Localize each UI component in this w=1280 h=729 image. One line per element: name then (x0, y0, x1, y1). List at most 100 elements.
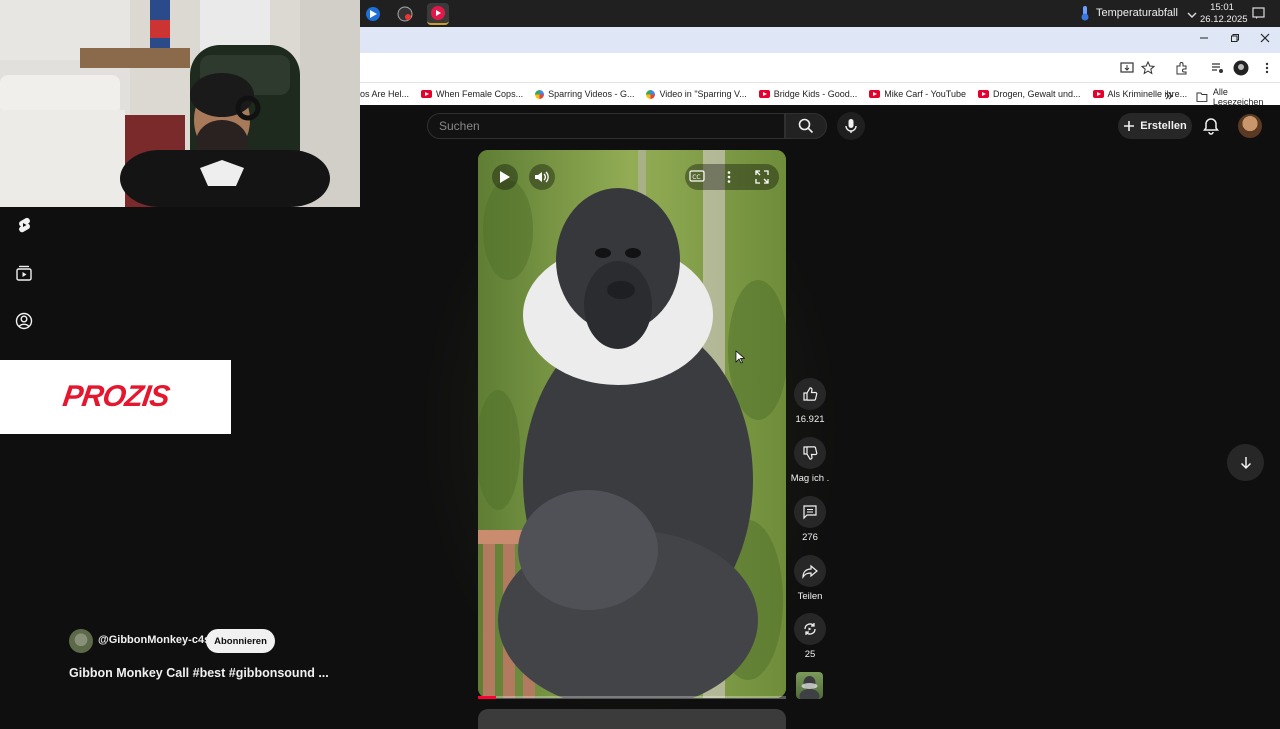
plus-icon (1124, 121, 1135, 131)
svg-text:CC: CC (692, 174, 700, 181)
minimize-button[interactable] (1194, 32, 1214, 46)
extensions-icon[interactable] (1174, 60, 1190, 76)
bookmark-label: Video in "Sparring V... (659, 89, 747, 99)
bookmark-item[interactable]: os Are Hel... (360, 89, 415, 99)
search-icon (798, 118, 814, 134)
install-app-icon[interactable] (1119, 60, 1135, 76)
clock-time: 15:01 (1210, 2, 1234, 13)
shorts-icon[interactable] (14, 215, 34, 235)
youtube-icon (421, 90, 433, 98)
bookmark-item[interactable]: When Female Cops... (415, 89, 529, 99)
video-frame (478, 150, 786, 698)
close-window-button[interactable] (1255, 32, 1275, 46)
channel-avatar[interactable] (69, 629, 93, 653)
taskbar-clock[interactable]: 15:01 26.12.2025 (1200, 2, 1248, 26)
share-button[interactable] (794, 555, 826, 587)
youtube-icon (977, 90, 989, 98)
fullscreen-icon[interactable] (755, 170, 769, 189)
you-account-icon[interactable] (14, 311, 34, 331)
remix-icon (804, 623, 816, 635)
create-button[interactable]: Erstellen (1118, 113, 1192, 139)
thermometer-icon (1081, 6, 1089, 21)
share-icon (802, 564, 818, 579)
restore-icon (1231, 34, 1239, 42)
taskbar-app-launcher-icon[interactable] (362, 3, 384, 25)
thumbs-down-icon (803, 446, 818, 460)
clock-date: 26.12.2025 (1200, 14, 1248, 25)
next-video-button[interactable] (1227, 444, 1264, 481)
bookmark-item[interactable]: Mike Carf - YouTube (863, 89, 972, 99)
minimize-icon (1200, 37, 1208, 39)
progress-fill (478, 696, 497, 699)
search-input[interactable] (439, 119, 759, 133)
voice-search-button[interactable] (837, 112, 865, 140)
bookmark-item[interactable]: Drogen, Gewalt und... (972, 89, 1087, 99)
comments-count: 276 (802, 532, 818, 543)
bookmark-label: Drogen, Gewalt und... (992, 89, 1081, 99)
play-button[interactable] (492, 164, 518, 190)
remix-count: 25 (804, 649, 816, 660)
taskbar-weather[interactable]: Temperaturabfall (1080, 5, 1178, 21)
bookmarks-bar: os Are Hel... When Female Cops... Sparri… (360, 83, 1280, 105)
notifications-center-icon[interactable] (1252, 7, 1265, 25)
dislike-label: Mag ich . (790, 473, 830, 484)
browser-tab-strip (360, 27, 1280, 53)
video-title[interactable]: Gibbon Monkey Call #best #gibbonsound ..… (69, 666, 329, 680)
webcam-image (0, 0, 360, 207)
short-video-player[interactable] (478, 150, 786, 698)
search-button[interactable] (785, 113, 827, 139)
bookmark-label: Bridge Kids - Good... (773, 89, 858, 99)
bookmarks-overflow-icon[interactable] (1164, 88, 1174, 106)
ad-logo: PROZIS (60, 380, 171, 413)
comment-icon (803, 505, 817, 520)
bookmark-label: Als Kriminelle ihre... (1107, 89, 1188, 99)
sponsor-ad-banner[interactable]: PROZIS (0, 360, 231, 434)
bookmark-item[interactable]: Sparring Videos - G... (529, 89, 640, 99)
dislike-button[interactable] (794, 437, 826, 469)
comments-button[interactable] (794, 496, 826, 528)
next-short-preview[interactable] (478, 709, 786, 729)
chevron-down-icon[interactable] (1187, 7, 1197, 25)
folder-icon (1196, 92, 1208, 102)
channel-handle[interactable]: @GibbonMonkey-c4s (98, 634, 210, 646)
youtube-icon (1092, 90, 1104, 98)
play-icon (500, 171, 510, 183)
bookmark-item[interactable]: Als Kriminelle ihre... (1087, 89, 1194, 99)
arrow-down-icon (1240, 456, 1251, 469)
bookmark-label: Sparring Videos - G... (548, 89, 635, 99)
microphone-icon (845, 119, 857, 133)
subscriptions-icon[interactable] (14, 263, 34, 283)
captions-icon[interactable]: CC (689, 169, 705, 188)
user-avatar[interactable] (1238, 114, 1262, 138)
restore-button[interactable] (1225, 32, 1245, 46)
browser-menu-icon[interactable] (1259, 60, 1275, 76)
search-box[interactable] (427, 113, 785, 139)
volume-icon (535, 171, 549, 183)
bookmark-label: Mike Carf - YouTube (884, 89, 966, 99)
mouse-cursor-icon (735, 350, 746, 369)
taskbar-app-monitor-icon[interactable] (394, 3, 416, 25)
video-progress-bar[interactable] (478, 696, 786, 699)
notifications-bell-icon[interactable] (1201, 116, 1221, 136)
bookmark-item[interactable]: Video in "Sparring V... (640, 89, 752, 99)
create-label: Erstellen (1140, 120, 1187, 132)
more-options-icon[interactable] (726, 170, 732, 189)
bookmark-star-icon[interactable] (1140, 60, 1156, 76)
subscribe-button[interactable]: Abonnieren (206, 629, 275, 653)
media-control-icon[interactable] (1209, 60, 1225, 76)
remix-button[interactable] (794, 613, 826, 645)
youtube-icon (869, 90, 881, 98)
all-bookmarks-label: Alle Lesezeichen (1212, 87, 1264, 107)
gemini-icon (646, 89, 656, 99)
like-button[interactable] (794, 378, 826, 410)
profile-avatar-icon[interactable] (1233, 60, 1249, 76)
volume-button[interactable] (529, 164, 555, 190)
sound-thumbnail[interactable] (796, 672, 823, 699)
like-count: 16.921 (795, 414, 825, 425)
webcam-overlay (0, 0, 360, 207)
bookmark-item[interactable]: Bridge Kids - Good... (753, 89, 864, 99)
gibbon-thumbnail-image (799, 676, 820, 699)
taskbar-app-youtube-icon[interactable] (427, 3, 449, 25)
bookmark-label: When Female Cops... (436, 89, 524, 99)
all-bookmarks-button[interactable]: Alle Lesezeichen (1196, 87, 1280, 107)
